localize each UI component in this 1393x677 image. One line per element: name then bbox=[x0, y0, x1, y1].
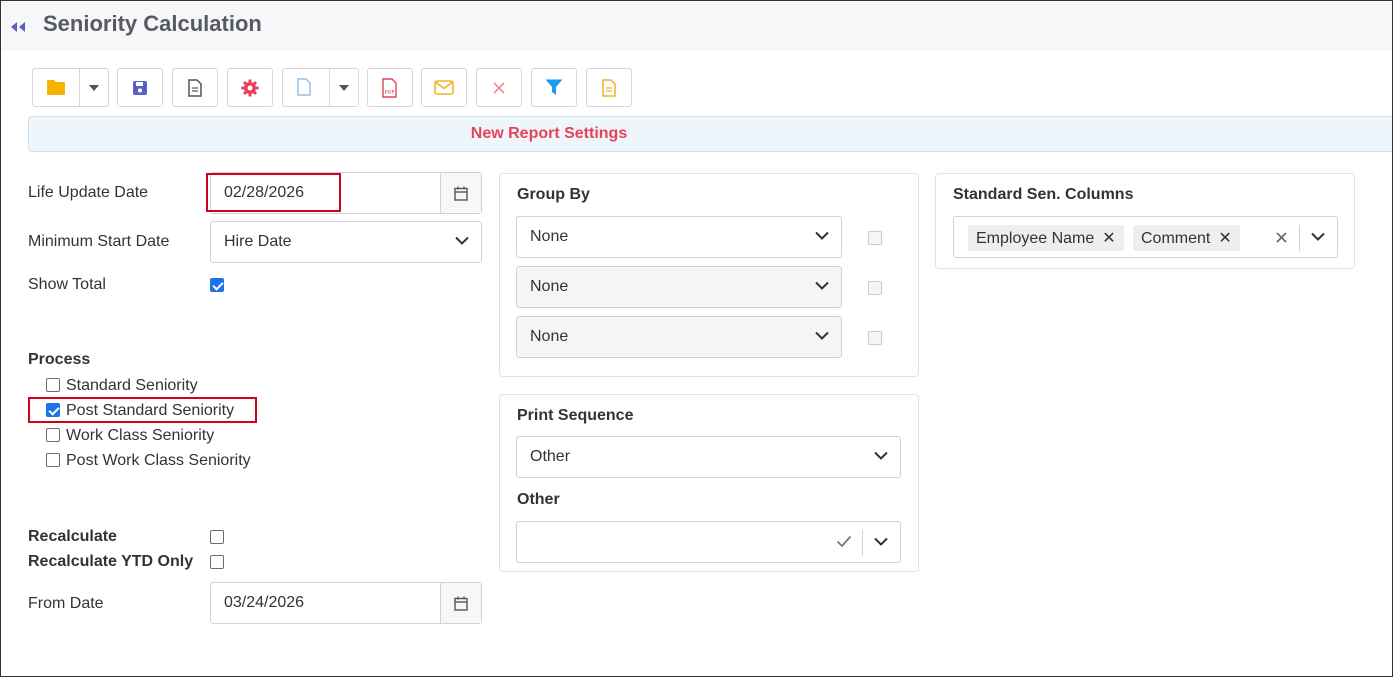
chevron-down-icon bbox=[455, 236, 469, 245]
recalculate-label: Recalculate bbox=[28, 528, 117, 545]
group-by-value-2: None bbox=[530, 278, 569, 295]
gear-icon bbox=[241, 79, 259, 96]
remove-tag-icon[interactable]: ✕ bbox=[1218, 230, 1231, 247]
chevron-down-icon bbox=[815, 231, 829, 240]
recalculate-ytd-label: Recalculate YTD Only bbox=[28, 553, 194, 570]
close-icon bbox=[493, 81, 505, 94]
notes-icon bbox=[602, 78, 616, 97]
report-settings-banner: New Report Settings bbox=[28, 116, 1392, 152]
post-standard-seniority-checkbox[interactable] bbox=[46, 403, 60, 417]
group-by-heading: Group By bbox=[517, 186, 590, 203]
calendar-icon bbox=[454, 186, 468, 201]
notes-button[interactable] bbox=[586, 68, 632, 107]
print-sequence-select[interactable]: Other bbox=[516, 436, 901, 478]
calendar-icon bbox=[454, 596, 468, 611]
post-work-class-seniority-label: Post Work Class Seniority bbox=[66, 452, 251, 469]
standard-columns-panel: Standard Sen. Columns Employee Name ✕ Com… bbox=[935, 173, 1355, 269]
separator bbox=[1299, 225, 1300, 251]
check-icon bbox=[836, 535, 852, 548]
life-update-date-label: Life Update Date bbox=[28, 184, 149, 201]
caret-down-icon[interactable] bbox=[339, 85, 349, 91]
file-icon bbox=[297, 78, 311, 96]
process-heading: Process bbox=[28, 351, 91, 368]
post-standard-seniority-label: Post Standard Seniority bbox=[66, 402, 235, 419]
other-label: Other bbox=[517, 491, 560, 508]
separator bbox=[862, 530, 863, 556]
svg-text:PDF: PDF bbox=[385, 90, 395, 96]
report-window: Seniority Calculation PDF New Report Set… bbox=[0, 0, 1393, 677]
minimum-start-date-value: Hire Date bbox=[224, 233, 292, 250]
filter-button[interactable] bbox=[531, 68, 577, 107]
column-tag-comment: Comment ✕ bbox=[1133, 225, 1240, 251]
group-by-checkbox-1[interactable] bbox=[868, 231, 882, 245]
banner-text: New Report Settings bbox=[470, 125, 628, 142]
envelope-icon bbox=[434, 80, 454, 95]
settings-button[interactable] bbox=[227, 68, 273, 107]
standard-seniority-checkbox[interactable] bbox=[46, 378, 60, 392]
group-by-checkbox-3[interactable] bbox=[868, 331, 882, 345]
minimum-start-date-label: Minimum Start Date bbox=[28, 233, 170, 250]
group-by-select-1[interactable]: None bbox=[516, 216, 842, 258]
other-select[interactable] bbox=[516, 521, 901, 563]
double-chevron-left-icon[interactable] bbox=[9, 20, 27, 34]
pdf-icon: PDF bbox=[382, 77, 397, 98]
recalculate-checkbox[interactable] bbox=[210, 530, 224, 544]
calendar-button[interactable] bbox=[440, 583, 481, 623]
new-document-split-button[interactable] bbox=[282, 68, 359, 107]
open-split-button[interactable] bbox=[32, 68, 109, 107]
from-date-label: From Date bbox=[28, 595, 104, 612]
chevron-down-icon[interactable] bbox=[874, 537, 888, 546]
column-tag-employee-name: Employee Name ✕ bbox=[968, 225, 1124, 251]
document-button[interactable] bbox=[172, 68, 218, 107]
page-title: Seniority Calculation bbox=[43, 11, 262, 36]
email-button[interactable] bbox=[421, 68, 467, 107]
life-update-date-field[interactable]: 02/28/2026 bbox=[210, 172, 482, 214]
from-date-value: 03/24/2026 bbox=[224, 594, 305, 611]
group-by-checkbox-2[interactable] bbox=[868, 281, 882, 295]
post-work-class-seniority-checkbox[interactable] bbox=[46, 453, 60, 467]
calendar-button[interactable] bbox=[440, 173, 481, 213]
chevron-down-icon bbox=[815, 331, 829, 340]
group-by-value-3: None bbox=[530, 328, 569, 345]
standard-columns-multiselect[interactable]: Employee Name ✕ Comment ✕ bbox=[953, 216, 1338, 258]
chevron-down-icon bbox=[815, 281, 829, 290]
group-by-select-3[interactable]: None bbox=[516, 316, 842, 358]
print-sequence-panel: Print Sequence Other Other bbox=[499, 394, 919, 572]
save-button[interactable] bbox=[117, 68, 163, 107]
remove-tag-icon[interactable]: ✕ bbox=[1102, 230, 1115, 247]
work-class-seniority-checkbox[interactable] bbox=[46, 428, 60, 442]
group-by-panel: Group By None None None bbox=[499, 173, 919, 377]
filter-icon bbox=[545, 79, 563, 95]
print-sequence-value: Other bbox=[530, 448, 571, 465]
chevron-down-icon bbox=[874, 451, 888, 460]
chevron-down-icon[interactable] bbox=[1311, 232, 1325, 241]
group-by-value-1: None bbox=[530, 228, 569, 245]
show-total-checkbox[interactable] bbox=[210, 278, 224, 292]
caret-down-icon[interactable] bbox=[89, 85, 99, 91]
column-tag-label: Employee Name bbox=[976, 230, 1095, 247]
work-class-seniority-label: Work Class Seniority bbox=[66, 427, 215, 444]
standard-columns-heading: Standard Sen. Columns bbox=[953, 186, 1134, 203]
group-by-select-2[interactable]: None bbox=[516, 266, 842, 308]
column-tag-label: Comment bbox=[1141, 230, 1211, 247]
from-date-field[interactable]: 03/24/2026 bbox=[210, 582, 482, 624]
clear-all-icon[interactable] bbox=[1276, 232, 1287, 243]
standard-seniority-label: Standard Seniority bbox=[66, 377, 198, 394]
document-icon bbox=[188, 78, 202, 97]
print-sequence-heading: Print Sequence bbox=[517, 407, 634, 424]
page-header: Seniority Calculation bbox=[1, 1, 1392, 51]
delete-button[interactable] bbox=[476, 68, 522, 107]
minimum-start-date-select[interactable]: Hire Date bbox=[210, 221, 482, 263]
pdf-button[interactable]: PDF bbox=[367, 68, 413, 107]
life-update-date-value: 02/28/2026 bbox=[224, 184, 305, 201]
save-icon bbox=[133, 80, 147, 95]
recalculate-ytd-checkbox[interactable] bbox=[210, 555, 224, 569]
folder-icon bbox=[47, 80, 65, 95]
show-total-label: Show Total bbox=[28, 276, 106, 293]
